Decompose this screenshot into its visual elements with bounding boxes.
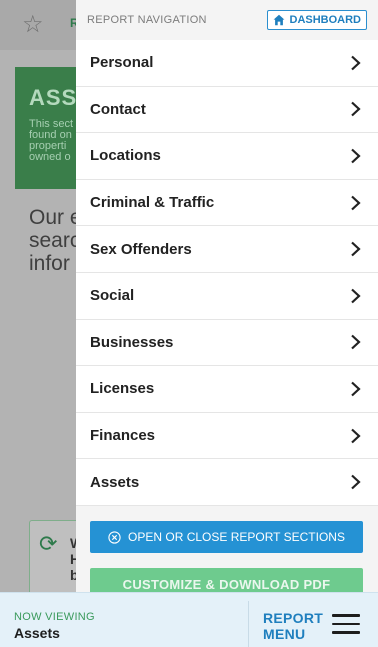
nav-item-locations[interactable]: Locations	[76, 133, 378, 180]
report-navigation-drawer: REPORT NAVIGATION DASHBOARD Personal Con…	[76, 0, 378, 592]
bottom-bar-divider	[248, 601, 249, 647]
nav-item-assets[interactable]: Assets	[76, 459, 378, 506]
nav-list: Personal Contact Locations Criminal & Tr…	[76, 40, 378, 506]
drawer-header-label: REPORT NAVIGATION	[87, 14, 207, 26]
nav-item-label: Businesses	[90, 333, 174, 351]
nav-item-contact[interactable]: Contact	[76, 87, 378, 134]
home-icon	[273, 14, 284, 26]
close-circle-icon	[108, 530, 121, 544]
now-viewing-label: NOW VIEWING	[14, 611, 95, 623]
nav-item-label: Licenses	[90, 380, 155, 398]
dashboard-button[interactable]: DASHBOARD	[266, 10, 367, 30]
customize-download-pdf-label: CUSTOMIZE & DOWNLOAD PDF	[122, 576, 331, 592]
nav-item-personal[interactable]: Personal	[76, 40, 378, 87]
chevron-right-icon	[351, 195, 361, 210]
chevron-right-icon	[351, 102, 361, 117]
nav-item-label: Finances	[90, 427, 156, 445]
report-menu-button[interactable]: REPORT MENU	[263, 610, 323, 642]
customize-download-pdf-button[interactable]: CUSTOMIZE & DOWNLOAD PDF	[90, 568, 363, 592]
chevron-right-icon	[351, 335, 361, 350]
refresh-icon: ⟳	[39, 532, 58, 557]
nav-item-label: Social	[90, 287, 135, 305]
chevron-right-icon	[351, 474, 361, 490]
report-menu-label-line2: MENU	[263, 626, 306, 642]
chevron-right-icon	[351, 55, 361, 71]
nav-item-label: Sex Offenders	[90, 240, 192, 258]
assets-section-banner: ASSE This sect found on properti owned o	[15, 67, 92, 189]
chevron-right-icon	[351, 428, 361, 443]
nav-item-label: Contact	[90, 100, 146, 118]
dashboard-label: DASHBOARD	[289, 14, 362, 26]
now-viewing-value: Assets	[14, 625, 60, 641]
nav-item-label: Assets	[90, 473, 140, 491]
nav-item-social[interactable]: Social	[76, 273, 378, 320]
star-icon: ☆	[22, 10, 44, 38]
nav-item-criminal-traffic[interactable]: Criminal & Traffic	[76, 180, 378, 227]
toggle-report-sections-label: OPEN OR CLOSE REPORT SECTIONS	[128, 530, 345, 544]
nav-item-sex-offenders[interactable]: Sex Offenders	[76, 226, 378, 273]
nav-item-businesses[interactable]: Businesses	[76, 320, 378, 367]
drawer-header: REPORT NAVIGATION DASHBOARD	[76, 0, 378, 40]
nav-item-label: Personal	[90, 54, 154, 72]
nav-item-label: Criminal & Traffic	[90, 194, 215, 212]
chevron-right-icon	[351, 288, 361, 304]
hamburger-icon[interactable]	[332, 614, 360, 634]
nav-item-finances[interactable]: Finances	[76, 413, 378, 460]
nav-item-licenses[interactable]: Licenses	[76, 366, 378, 413]
chevron-right-icon	[351, 148, 361, 164]
report-menu-label-line1: REPORT	[263, 610, 324, 626]
chevron-right-icon	[351, 381, 361, 397]
chevron-right-icon	[351, 241, 361, 257]
bottom-bar: NOW VIEWING Assets REPORT MENU	[0, 592, 378, 647]
nav-item-label: Locations	[90, 147, 161, 165]
toggle-report-sections-button[interactable]: OPEN OR CLOSE REPORT SECTIONS	[90, 521, 363, 553]
